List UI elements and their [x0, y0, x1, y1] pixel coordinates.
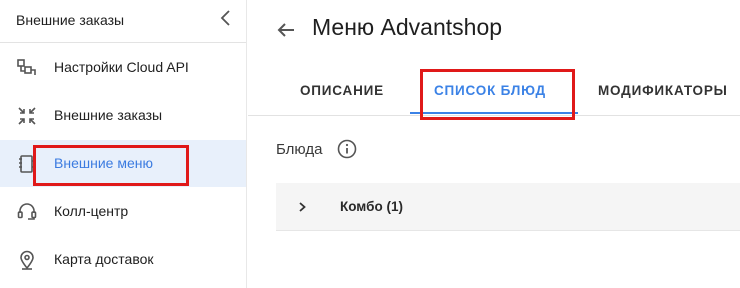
shrink-arrows-icon — [18, 107, 36, 125]
back-arrow-icon[interactable] — [274, 18, 298, 42]
sidebar-item-call-center[interactable]: Колл-центр — [0, 188, 246, 235]
map-pin-icon — [20, 250, 34, 270]
sidebar-item-external-menus[interactable]: Внешние меню — [0, 140, 246, 187]
sidebar-title: Внешние заказы — [16, 12, 125, 28]
chevron-right-icon[interactable] — [296, 200, 308, 214]
sidebar-item-label: Настройки Cloud API — [54, 59, 189, 75]
headset-icon — [17, 203, 37, 220]
sidebar-header: Внешние заказы — [0, 0, 246, 43]
info-icon[interactable] — [337, 139, 357, 159]
dish-group-label: Комбо (1) — [340, 199, 403, 214]
sidebar: Внешние заказы Настройки Cloud API Внешн… — [0, 0, 247, 288]
sidebar-item-cloud-api[interactable]: Настройки Cloud API — [0, 44, 246, 91]
chevron-left-icon[interactable] — [218, 9, 234, 27]
tab-label: Список блюд — [434, 83, 546, 98]
sidebar-item-label: Внешние заказы — [54, 107, 163, 123]
tab-bar: Описание Список блюд Модификаторы — [248, 66, 740, 116]
tab-label: Описание — [300, 83, 384, 98]
dish-group-row[interactable]: Комбо (1) — [276, 183, 740, 231]
sidebar-item-label: Внешние меню — [54, 155, 153, 171]
notebook-icon — [19, 155, 35, 173]
section-label: Блюда — [276, 141, 323, 158]
tab-label: Модификаторы — [598, 83, 728, 98]
sidebar-item-external-orders[interactable]: Внешние заказы — [0, 92, 246, 139]
sidebar-item-delivery-map[interactable]: Карта доставок — [0, 236, 246, 283]
active-tab-indicator — [410, 112, 578, 114]
sidebar-item-label: Колл-центр — [54, 203, 129, 219]
page-title: Меню Advantshop — [312, 14, 503, 40]
cloud-api-icon — [17, 59, 36, 75]
sidebar-item-label: Карта доставок — [54, 251, 154, 267]
